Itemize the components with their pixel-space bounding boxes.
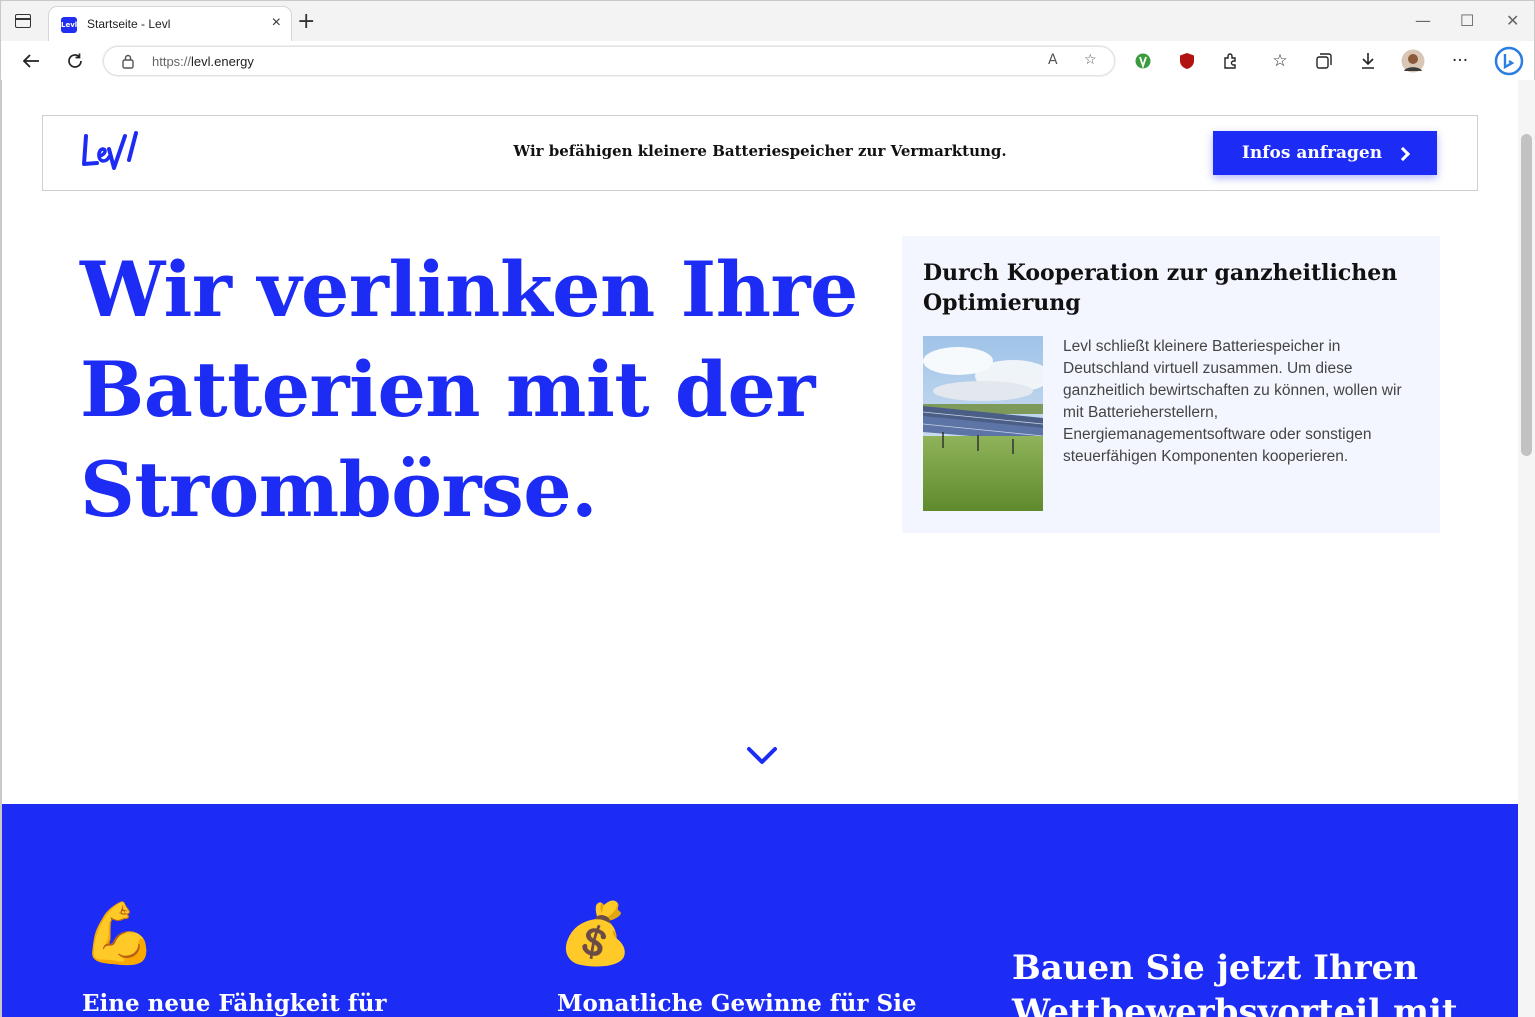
new-tab-button[interactable]: +: [297, 11, 315, 33]
solar-park-photo: [923, 336, 1043, 511]
tab-title: Startseite - Levl: [87, 17, 171, 31]
back-arrow-icon: [22, 54, 39, 68]
page-viewport: Wir befähigen kleinere Batteriespeicher …: [0, 80, 1535, 1017]
site-header: Wir befähigen kleinere Batteriespeicher …: [42, 115, 1478, 191]
card-text: Levl schließt kleinere Batteriespeicher …: [1063, 338, 1402, 465]
feature-title-ability: Eine neue Fähigkeit für: [82, 990, 387, 1017]
tab-actions-icon[interactable]: [15, 14, 31, 28]
url-host: levl.energy: [191, 54, 254, 69]
infos-anfragen-button[interactable]: Infos anfragen: [1213, 131, 1437, 175]
address-bar[interactable]: https://levl.energy A ☆: [103, 46, 1115, 76]
lock-icon[interactable]: [122, 54, 134, 69]
favorites-icon[interactable]: ☆: [1268, 49, 1292, 73]
page-scrollbar[interactable]: [1518, 80, 1535, 1017]
browser-toolbar: https://levl.energy A ☆ ☆ ···: [1, 41, 1534, 81]
features-headline: Bauen Sie jetzt Ihren Wettbewerbsvorteil…: [1012, 948, 1458, 1017]
chevron-right-icon: [1396, 146, 1411, 161]
card-title: Durch Kooperation zur ganzheitlichen Opt…: [923, 260, 1398, 316]
favorite-star-icon[interactable]: ☆: [1084, 52, 1097, 68]
extension-green-icon[interactable]: [1131, 49, 1155, 73]
favicon-icon: Levl: [61, 17, 77, 33]
cooperation-card: Durch Kooperation zur ganzheitlichen Opt…: [902, 236, 1440, 533]
feature-title-profits: Monatliche Gewinne für Sie: [557, 990, 917, 1017]
flexed-biceps-icon: 💪: [82, 899, 157, 969]
chevron-down-icon[interactable]: [746, 744, 778, 768]
scrollbar-thumb[interactable]: [1521, 134, 1532, 456]
reload-icon: [68, 53, 82, 68]
maximize-button[interactable]: ☐: [1460, 11, 1474, 30]
downloads-icon[interactable]: [1356, 49, 1380, 73]
url-protocol: https://: [152, 54, 192, 69]
tab-close-icon[interactable]: ×: [272, 14, 281, 32]
extensions-puzzle-icon[interactable]: [1219, 49, 1243, 73]
cta-label: Infos anfragen: [1241, 143, 1383, 163]
hero-title: Wir verlinken Ihre Batterien mit der Str…: [80, 245, 858, 534]
features-section: 💪 Eine neue Fähigkeit für 💰 Monatliche G…: [2, 804, 1518, 1017]
collections-icon[interactable]: [1312, 49, 1336, 73]
read-aloud-icon[interactable]: A: [1048, 52, 1058, 68]
tab-strip: Levl Startseite - Levl × + — ☐ ✕: [1, 1, 1534, 41]
minimize-button[interactable]: —: [1415, 11, 1431, 30]
profile-avatar[interactable]: [1401, 49, 1425, 73]
window-close-button[interactable]: ✕: [1506, 11, 1519, 30]
browser-chrome: Levl Startseite - Levl × + — ☐ ✕ https:/…: [0, 0, 1535, 81]
settings-more-icon[interactable]: ···: [1448, 49, 1472, 73]
back-button[interactable]: [19, 49, 43, 73]
browser-tab[interactable]: Levl Startseite - Levl ×: [49, 7, 291, 41]
bing-copilot-icon[interactable]: [1494, 46, 1524, 76]
url-text[interactable]: https://levl.energy: [152, 54, 254, 69]
ublock-shield-icon[interactable]: [1175, 49, 1199, 73]
money-bag-icon: 💰: [558, 899, 633, 969]
reload-button[interactable]: [63, 49, 87, 73]
